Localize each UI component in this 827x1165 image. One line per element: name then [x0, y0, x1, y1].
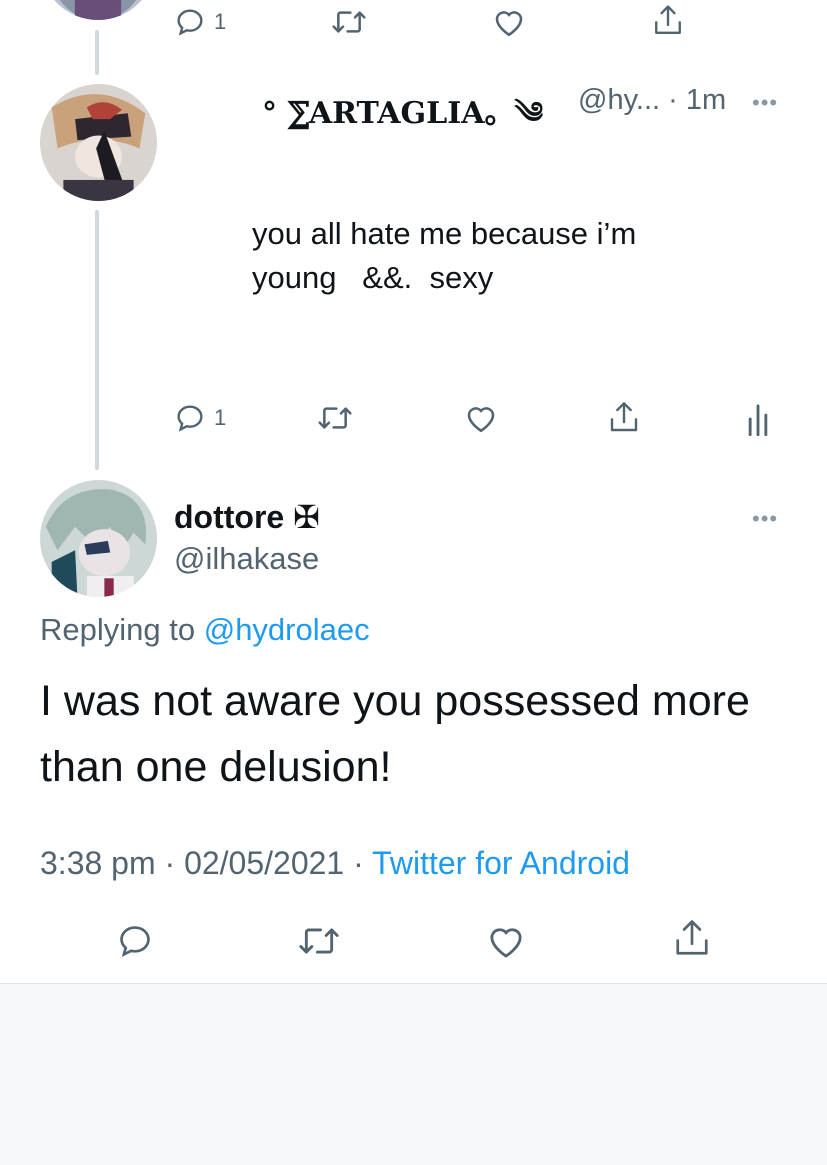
dottore-tweet-text: I was not aware you possessed more than …: [40, 677, 750, 791]
tartaglia-display-name[interactable]: ° ⅀ARTAGLIA。༄: [262, 80, 543, 164]
share-button-previous[interactable]: [652, 4, 684, 38]
retweet-icon: [299, 928, 339, 954]
share-icon: [655, 5, 681, 34]
main-reply-button[interactable]: [116, 922, 154, 960]
avatar-previous-tweet[interactable]: [40, 0, 156, 20]
replying-to-prefix: Replying to: [40, 612, 204, 647]
replying-to-mention[interactable]: @hydrolaec: [204, 612, 370, 647]
like-button-previous[interactable]: [492, 6, 526, 38]
thread-connector-middle: [95, 210, 99, 470]
tweet-thread-page: 1 ° ⅀ARTAGLIA。༄ @hy... · 1m ••• you all …: [0, 0, 827, 1165]
reply-count: 1: [214, 9, 227, 34]
reply-icon: [120, 926, 150, 957]
heart-icon: [467, 407, 495, 433]
tweet-meta: 3:38 pm · 02/05/2021 · Twitter for Andro…: [40, 845, 630, 882]
tartaglia-reply-button[interactable]: 1: [174, 402, 226, 434]
share-icon: [610, 402, 638, 432]
heart-icon: [495, 11, 523, 37]
tweet-timestamp[interactable]: 3:38 pm · 02/05/2021 ·: [40, 845, 372, 881]
heart-icon: [490, 928, 522, 958]
avatar-tartaglia[interactable]: [40, 84, 157, 201]
retweet-icon: [332, 11, 366, 33]
retweet-button-previous[interactable]: [330, 6, 368, 38]
empty-footer-area: [0, 983, 827, 1165]
main-share-button[interactable]: [673, 918, 711, 960]
main-retweet-button[interactable]: [296, 922, 342, 960]
share-icon: [676, 920, 708, 955]
replying-to-line: Replying to @hydrolaec: [40, 612, 370, 648]
dottore-display-name[interactable]: dottore ✠: [174, 498, 320, 536]
retweet-icon: [318, 407, 352, 429]
main-like-button[interactable]: [486, 922, 526, 960]
tartaglia-share-button[interactable]: [608, 400, 640, 436]
tartaglia-more-button[interactable]: •••: [752, 90, 778, 116]
tweet-source-link[interactable]: Twitter for Android: [372, 845, 630, 881]
tartaglia-tweet-text: you all hate me because i’m young &&. se…: [252, 216, 637, 295]
avatar-dottore[interactable]: [40, 480, 157, 597]
reply-button-previous[interactable]: 1: [174, 6, 226, 38]
tartaglia-reply-count: 1: [214, 405, 227, 430]
tartaglia-like-button[interactable]: [464, 402, 498, 434]
tartaglia-retweet-button[interactable]: [316, 402, 354, 434]
dottore-more-button[interactable]: •••: [752, 506, 778, 532]
reply-icon: [177, 9, 203, 36]
reply-icon: [177, 405, 203, 432]
analytics-icon: [748, 404, 768, 436]
tartaglia-analytics-button[interactable]: [746, 402, 770, 436]
tartaglia-handle-time[interactable]: @hy... · 1m: [578, 84, 726, 117]
thread-connector-top: [95, 30, 99, 75]
dottore-handle[interactable]: @ilhakase: [174, 541, 319, 577]
